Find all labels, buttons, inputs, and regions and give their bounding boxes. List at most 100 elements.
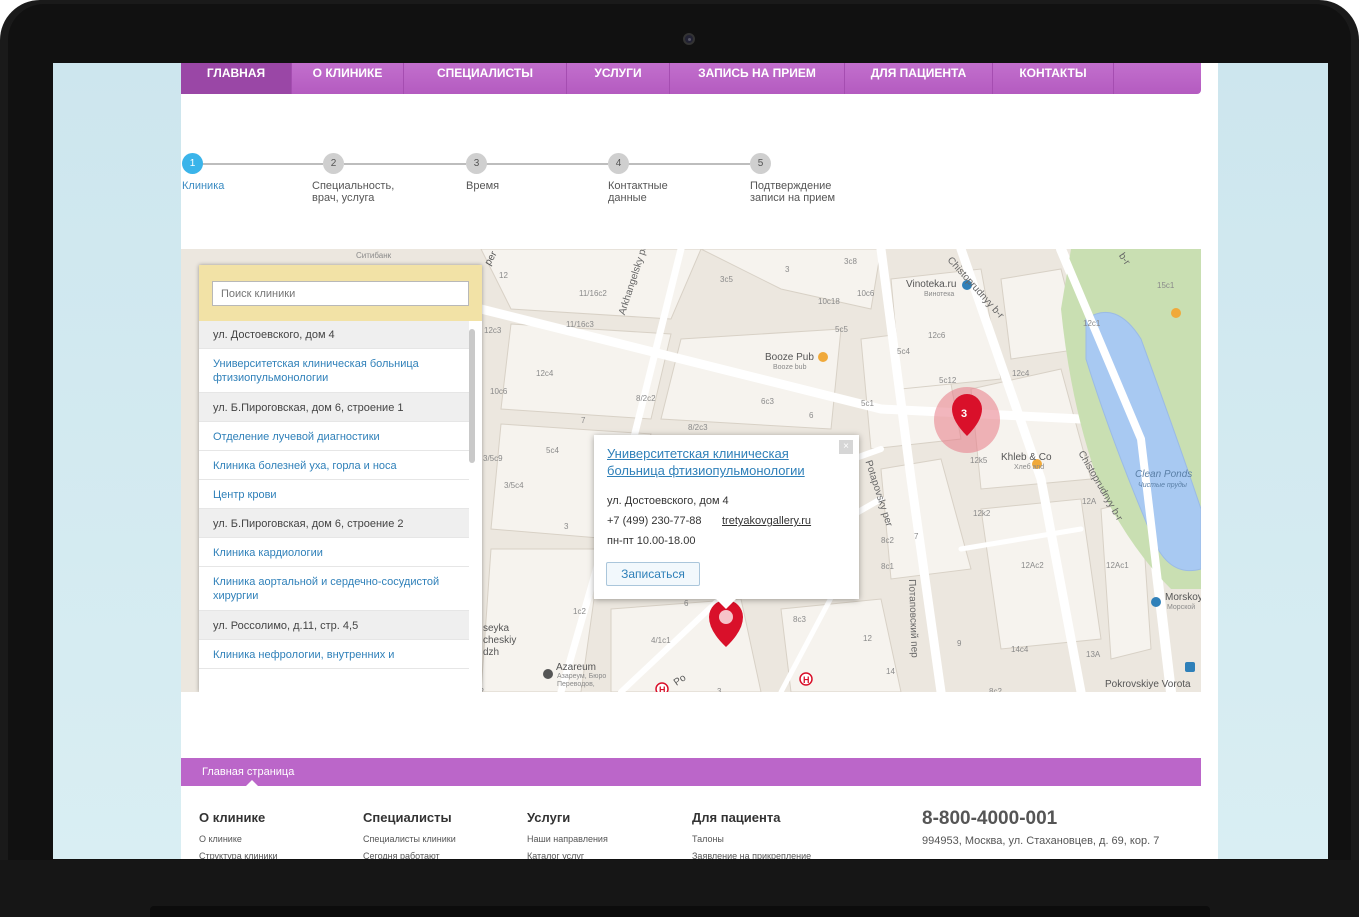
- house-number: 14: [886, 667, 895, 676]
- map-label-seyka: seyka: [483, 623, 510, 634]
- footer-link[interactable]: Сегодня работают: [363, 848, 456, 859]
- breadcrumb-pointer: [246, 780, 258, 786]
- house-number: 4/1c1: [651, 636, 671, 645]
- webcam-icon: [683, 33, 695, 45]
- nav-item-contacts[interactable]: Контакты: [993, 63, 1114, 94]
- popup-address: ул. Достоевского, дом 4: [607, 495, 729, 507]
- map-label-dzh: dzh: [483, 647, 500, 658]
- step-1-circle[interactable]: 1: [182, 153, 203, 174]
- page-background-right: [1218, 63, 1328, 859]
- clinic-list-panel: ул. Достоевского, дом 4 Университетская …: [199, 265, 482, 692]
- clinic-list: ул. Достоевского, дом 4 Университетская …: [199, 321, 469, 669]
- list-item-clinic[interactable]: Клиника нефрологии, внутренних и: [199, 640, 469, 669]
- house-number: 3/5c9: [483, 454, 503, 463]
- hospital-icon-2: H: [659, 685, 666, 692]
- nav-item-about[interactable]: О клинике: [292, 63, 404, 94]
- house-number: 6c3: [761, 397, 774, 406]
- popup-phone: +7 (499) 230-77-88: [607, 515, 702, 527]
- house-number: 3: [717, 687, 722, 692]
- nav-item-specialists[interactable]: Специалисты: [404, 63, 567, 94]
- nav-item-home[interactable]: Главная: [181, 63, 292, 94]
- list-item-clinic[interactable]: Клиника кардиологии: [199, 538, 469, 567]
- footer-link[interactable]: Талоны: [692, 831, 811, 848]
- step-2-label[interactable]: Специальность, врач, услуга: [312, 180, 422, 204]
- list-item-clinic[interactable]: Отделение лучевой диагностики: [199, 422, 469, 451]
- house-number: 10c18: [818, 297, 840, 306]
- footer-column-services: Услуги Наши направления Каталог услуг: [527, 810, 608, 859]
- clinic-list-scrollbar[interactable]: [469, 329, 475, 463]
- house-number: 3c5: [720, 275, 733, 284]
- map-label-vinoteka-ru: Винотека: [924, 291, 955, 298]
- house-number: 3: [564, 522, 569, 531]
- list-item-address[interactable]: ул. Достоевского, дом 4: [199, 321, 469, 349]
- list-item-address[interactable]: ул. Россолимо, д.11, стр. 4,5: [199, 611, 469, 640]
- list-item-clinic[interactable]: Университетская клиническая больница фти…: [199, 349, 469, 393]
- nav-item-appointment[interactable]: Запись на прием: [670, 63, 845, 94]
- cluster-count[interactable]: 3: [961, 408, 967, 420]
- step-4-circle[interactable]: 4: [608, 153, 629, 174]
- clinic-search-input[interactable]: [212, 281, 469, 306]
- step-4-label[interactable]: Контактные данные: [608, 180, 683, 204]
- house-number: 8/2c3: [688, 423, 708, 432]
- house-number: 11/16c3: [566, 320, 594, 329]
- house-number: 12c1: [1083, 319, 1101, 328]
- house-number: 8c2: [989, 687, 1002, 692]
- step-3-circle[interactable]: 3: [466, 153, 487, 174]
- popup-clinic-title[interactable]: Университетская клиническая больница фти…: [607, 445, 832, 479]
- house-number: 12c6: [928, 331, 946, 340]
- house-number: 6: [684, 599, 689, 608]
- list-item-clinic[interactable]: Клиника аортальной и сердечно-сосудистой…: [199, 567, 469, 611]
- page: Главная О клинике Специалисты Услуги Зап…: [181, 63, 1218, 859]
- book-appointment-button[interactable]: Записаться: [606, 562, 700, 586]
- footer-column-title: О клинике: [199, 810, 266, 825]
- map-label-khleb-ru: Хлеб and: [1014, 464, 1045, 471]
- house-number: 12: [863, 634, 872, 643]
- step-connector: [628, 163, 750, 165]
- map-label-azareum-ru: Азареум, Бюро Переводов,: [557, 673, 607, 688]
- house-number: 3c8: [844, 257, 857, 266]
- house-number: 8c2: [881, 536, 894, 545]
- list-item-clinic[interactable]: Центр крови: [199, 480, 469, 509]
- list-item-clinic[interactable]: Клиника болезней уха, горла и носа: [199, 451, 469, 480]
- popup-website-link[interactable]: tretyakovgallery.ru: [722, 515, 811, 527]
- map-label-cheskiy: cheskiy: [483, 635, 517, 646]
- footer-link[interactable]: Наши направления: [527, 831, 608, 848]
- map-label-citibank: Ситибанк: [356, 251, 392, 260]
- list-item-address[interactable]: ул. Б.Пироговская, дом 6, строение 2: [199, 509, 469, 538]
- footer-link[interactable]: Заявление на прикрепление: [692, 848, 811, 859]
- map-label-booze-bub: Booze bub: [773, 364, 807, 371]
- house-number: 5c5: [835, 325, 848, 334]
- house-number: 15c1: [1157, 281, 1175, 290]
- step-3-label[interactable]: Время: [466, 180, 586, 192]
- house-number: 1c2: [573, 607, 586, 616]
- close-icon[interactable]: ×: [839, 440, 853, 454]
- house-number: 3: [785, 265, 790, 274]
- footer-link[interactable]: О клинике: [199, 831, 277, 848]
- step-1-label[interactable]: Клиника: [182, 180, 302, 192]
- page-background-left: [53, 63, 181, 859]
- footer-breadcrumb[interactable]: Главная страница: [202, 766, 294, 778]
- map-label-khleb: Khleb & Co: [1001, 452, 1052, 463]
- step-5-circle[interactable]: 5: [750, 153, 771, 174]
- step-5-label[interactable]: Подтверждение записи на прием: [750, 180, 850, 204]
- list-item-address[interactable]: ул. Б.Пироговская, дом 6, строение 1: [199, 393, 469, 422]
- footer-phone[interactable]: 8-800-4000-001: [922, 808, 1057, 830]
- house-number: 5c12: [939, 376, 957, 385]
- footer-link[interactable]: Каталог услуг: [527, 848, 608, 859]
- map-label-clean-ponds-ru: Чистые пруды: [1138, 482, 1187, 489]
- step-connector: [486, 163, 608, 165]
- nav-item-services[interactable]: Услуги: [567, 63, 670, 94]
- footer-link[interactable]: Специалисты клиники: [363, 831, 456, 848]
- hospital-icon: H: [803, 675, 810, 685]
- nav-item-patient[interactable]: Для пациента: [845, 63, 993, 94]
- footer-column-patient: Для пациента Талоны Заявление на прикреп…: [692, 810, 811, 859]
- house-number: 10c6: [857, 289, 875, 298]
- footer-link[interactable]: Структура клиники: [199, 848, 277, 859]
- clinic-map[interactable]: 3 H H Ситибанк per Arkhangelsky per Pota…: [181, 249, 1201, 692]
- step-2-circle[interactable]: 2: [323, 153, 344, 174]
- house-number: 8c1: [881, 562, 894, 571]
- step-connector: [344, 163, 466, 165]
- house-number: 9: [957, 639, 962, 648]
- step-connector: [201, 163, 323, 165]
- house-number: 6: [809, 411, 814, 420]
